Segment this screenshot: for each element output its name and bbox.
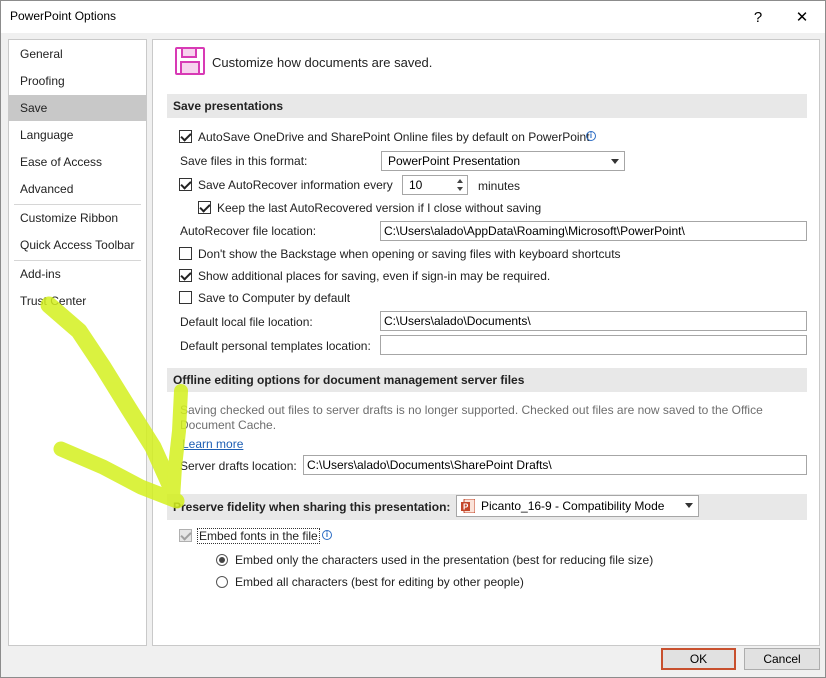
save-to-computer-checkbox[interactable] (179, 291, 192, 304)
embed-only-used-radio[interactable] (216, 554, 228, 566)
autorecover-minutes-value: 10 (409, 178, 423, 192)
sidebar-item-proofing[interactable]: Proofing (9, 68, 146, 94)
keep-last-autorecovered-label: Keep the last AutoRecovered version if I… (217, 201, 542, 215)
server-drafts-label: Server drafts location: (180, 459, 297, 473)
sidebar-item-save[interactable]: Save (9, 95, 146, 121)
autosave-checkbox[interactable] (179, 130, 192, 143)
embed-all-characters-label: Embed all characters (best for editing b… (235, 575, 524, 589)
spin-up-icon[interactable] (457, 179, 463, 183)
sidebar-item-general[interactable]: General (9, 41, 146, 67)
autorecover-location-label: AutoRecover file location: (180, 224, 317, 238)
autorecover-location-input[interactable]: C:\Users\alado\AppData\Roaming\Microsoft… (380, 221, 807, 241)
save-floppy-icon (175, 47, 205, 75)
ok-button[interactable]: OK (661, 648, 736, 670)
spin-down-icon[interactable] (457, 187, 463, 191)
default-local-location-input[interactable]: C:\Users\alado\Documents\ (380, 311, 807, 331)
autorecover-checkbox[interactable] (179, 178, 192, 191)
sidebar-item-customize-ribbon[interactable]: Customize Ribbon (9, 205, 146, 231)
info-icon: i (322, 530, 332, 540)
close-icon: ✕ (795, 9, 809, 26)
offline-info-line-1: Saving checked out files to server draft… (180, 403, 763, 417)
save-to-computer-label: Save to Computer by default (198, 291, 351, 305)
save-format-label: Save files in this format: (180, 154, 308, 168)
server-drafts-input[interactable]: C:\Users\alado\Documents\SharePoint Draf… (303, 455, 807, 475)
powerpoint-options-dialog: PowerPoint Options ? ✕ General Proofing … (0, 0, 826, 678)
section-heading-offline-editing: Offline editing options for document man… (167, 368, 807, 392)
section-heading-save-presentations: Save presentations (167, 94, 807, 118)
backstage-checkbox[interactable] (179, 247, 192, 260)
sidebar-item-quick-access-toolbar[interactable]: Quick Access Toolbar (9, 232, 146, 258)
autorecover-minutes-stepper[interactable]: 10 (402, 175, 468, 195)
embed-only-used-label: Embed only the characters used in the pr… (235, 553, 654, 567)
backstage-label: Don't show the Backstage when opening or… (198, 247, 621, 261)
title-bar: PowerPoint Options ? ✕ (1, 1, 825, 33)
chevron-down-icon (611, 159, 619, 164)
page-title: Customize how documents are saved. (212, 55, 433, 70)
save-format-dropdown[interactable]: PowerPoint Presentation (381, 151, 625, 171)
help-icon: ? (753, 8, 763, 26)
svg-text:P: P (463, 503, 469, 512)
close-button[interactable]: ✕ (781, 1, 823, 33)
spinner-arrows[interactable] (456, 177, 465, 193)
templates-location-label: Default personal templates location: (180, 339, 371, 353)
embed-all-characters-radio[interactable] (216, 576, 228, 588)
offline-info-line-2: Document Cache. (180, 418, 277, 432)
learn-more-link[interactable]: Learn more (182, 437, 243, 451)
keep-last-autorecovered-checkbox[interactable] (198, 201, 211, 214)
sidebar-item-add-ins[interactable]: Add-ins (9, 261, 146, 287)
save-format-value: PowerPoint Presentation (388, 154, 521, 168)
additional-places-checkbox[interactable] (179, 269, 192, 282)
sidebar-item-ease-of-access[interactable]: Ease of Access (9, 149, 146, 175)
templates-location-input[interactable] (380, 335, 807, 355)
fidelity-file-dropdown[interactable]: P Picanto_16-9 - Compatibility Mode (456, 495, 699, 517)
minutes-label: minutes (478, 179, 521, 193)
sidebar-item-advanced[interactable]: Advanced (9, 176, 146, 202)
sidebar-item-language[interactable]: Language (9, 122, 146, 148)
info-icon: i (586, 131, 596, 141)
additional-places-label: Show additional places for saving, even … (198, 269, 551, 283)
fidelity-file-value: Picanto_16-9 - Compatibility Mode (481, 499, 665, 513)
options-sidebar: General Proofing Save Language Ease of A… (8, 39, 147, 646)
embed-fonts-label: Embed fonts in the file (197, 528, 320, 544)
cancel-button[interactable]: Cancel (744, 648, 820, 670)
default-local-location-label: Default local file location: (180, 315, 313, 329)
autorecover-label: Save AutoRecover information every (198, 178, 393, 192)
save-options-panel: Customize how documents are saved. Save … (152, 39, 820, 646)
chevron-down-icon (685, 503, 693, 508)
powerpoint-file-icon: P (461, 499, 475, 513)
embed-fonts-checkbox[interactable] (179, 529, 192, 542)
sidebar-item-trust-center[interactable]: Trust Center (9, 288, 146, 314)
autosave-label: AutoSave OneDrive and SharePoint Online … (198, 130, 590, 144)
dialog-title: PowerPoint Options (10, 9, 117, 23)
help-button[interactable]: ? (737, 1, 779, 33)
